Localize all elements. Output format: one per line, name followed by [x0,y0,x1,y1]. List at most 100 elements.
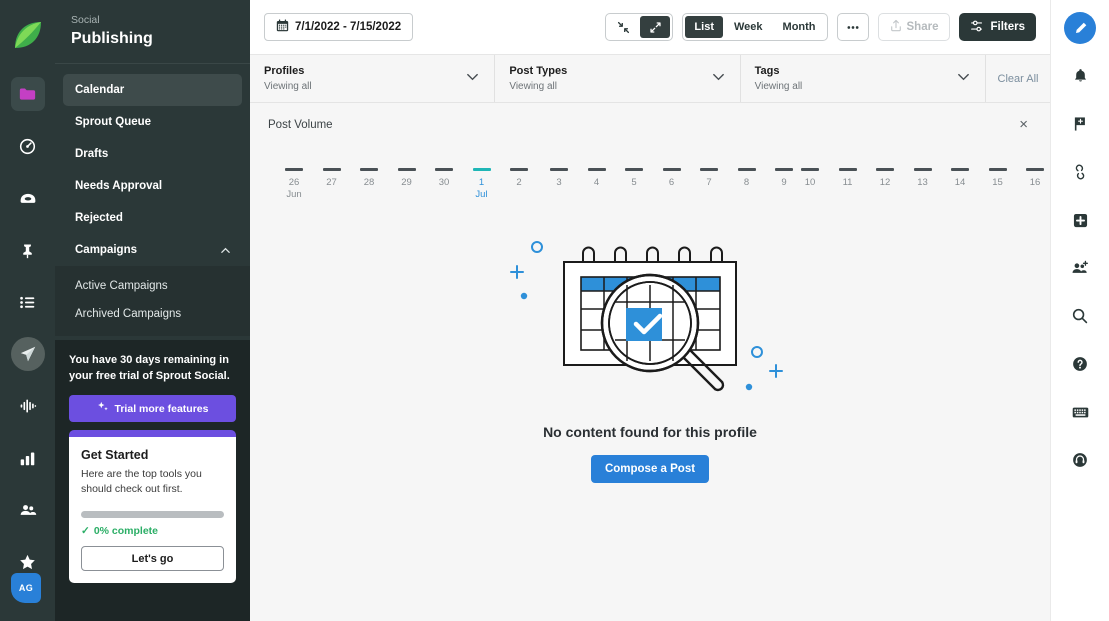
tab-month[interactable]: Month [774,16,825,38]
axis-tick-label: 3 [547,177,571,189]
compose-icon[interactable] [1064,12,1096,44]
axis-tick-bar [738,168,756,171]
sidebar-item-calendar[interactable]: Calendar [63,74,242,106]
rail-item-listening-icon[interactable] [11,389,45,423]
tab-list[interactable]: List [685,16,723,38]
axis-tick: 5 [622,168,646,189]
filter-profiles[interactable]: Profiles Viewing all [250,55,495,102]
axis-tick-label: 2 [507,177,531,189]
right-icon-rail [1050,0,1109,621]
sidebar-item-needs-approval[interactable]: Needs Approval [63,170,242,202]
get-started-card: Get Started Here are the top tools you s… [69,430,236,583]
collapse-button[interactable] [608,16,638,38]
search-icon[interactable] [1063,299,1097,333]
date-range-picker[interactable]: 7/1/2022 - 7/15/2022 [264,13,413,41]
axis-tick: 3 [547,168,571,189]
share-label: Share [907,21,939,33]
post-volume-title: Post Volume [268,119,333,131]
rail-item-folder-icon[interactable] [11,77,45,111]
axis-month-label: Jul [470,189,494,201]
rail-item-dashboard-icon[interactable] [11,129,45,163]
avatar[interactable]: AG [11,573,41,603]
post-volume-panel: Post Volume × 26Jun272829301Jul234567891… [250,103,1050,214]
tab-week[interactable]: Week [725,16,772,38]
filters-label: Filters [990,21,1025,33]
share-button[interactable]: Share [878,13,951,41]
axis-tick: 30 [432,168,456,189]
axis-tick-label: 6 [660,177,684,189]
axis-tick-label: 16 [1023,177,1047,189]
rail-item-pin-icon[interactable] [11,233,45,267]
sidebar-item-rejected[interactable]: Rejected [63,202,242,234]
axis-tick-bar [914,168,932,171]
rail-item-publishing-icon[interactable] [11,337,45,371]
trial-more-features-button[interactable]: Trial more features [69,395,236,422]
axis-tick: 9 [772,168,796,189]
main-content: 7/1/2022 - 7/15/2022 List Week Month [250,0,1050,621]
axis-tick-bar [663,168,681,171]
filter-tags[interactable]: Tags Viewing all [741,55,986,102]
sidebar-item-label: Drafts [75,148,108,160]
clear-all-button[interactable]: Clear All [986,55,1050,102]
rail-item-list-icon[interactable] [11,285,45,319]
axis-tick: 27 [320,168,344,189]
help-circle-icon[interactable] [1063,347,1097,381]
chevron-up-icon [220,245,230,255]
trial-message: You have 30 days remaining in your free … [69,352,236,384]
calendar-icon [276,19,289,35]
app-root: AG Social Publishing Calendar Sprout Que… [0,0,1109,621]
filter-value: Viewing all [509,80,567,94]
axis-tick-label: 4 [585,177,609,189]
axis-tick-label: 12 [873,177,897,189]
sidebar-item-label: Rejected [75,212,123,224]
axis-tick: 8 [735,168,759,189]
compose-a-post-button[interactable]: Compose a Post [591,455,709,483]
more-options-button[interactable] [837,13,869,41]
axis-tick: 26Jun [282,168,306,201]
page-title: Publishing [71,28,234,49]
axis-tick-bar [285,168,303,171]
axis-tick-label: 5 [622,177,646,189]
link-icon[interactable] [1063,155,1097,189]
empty-state-message: No content found for this profile [543,424,757,440]
axis-tick: 28 [357,168,381,189]
lets-go-button[interactable]: Let's go [81,546,224,571]
sidebar-item-drafts[interactable]: Drafts [63,138,242,170]
axis-tick-label: 8 [735,177,759,189]
rail-item-reports-icon[interactable] [11,441,45,475]
sidebar-item-label: Calendar [75,84,124,96]
axis-tick-label: 15 [986,177,1010,189]
axis-tick: 13 [911,168,935,189]
chevron-down-icon [956,69,971,89]
sidebar-subitem-archived-campaigns[interactable]: Archived Campaigns [55,300,250,328]
filter-bar: Profiles Viewing all Post Types Viewing … [250,55,1050,103]
expand-button[interactable] [640,16,670,38]
sprout-leaf-logo[interactable] [11,18,45,52]
rail-item-inbox-icon[interactable] [11,181,45,215]
flag-icon[interactable] [1063,107,1097,141]
axis-tick: 10 [798,168,822,189]
share-upload-icon [890,19,902,35]
rail-item-audience-icon[interactable] [11,493,45,527]
sidebar-eyebrow: Social [71,13,234,27]
axis-tick-bar [398,168,416,171]
sidebar-subitem-active-campaigns[interactable]: Active Campaigns [55,272,250,300]
chevron-down-icon [711,69,726,89]
close-icon[interactable]: × [1015,115,1032,134]
keyboard-icon[interactable] [1063,395,1097,429]
axis-tick: 16 [1023,168,1047,189]
plus-square-icon[interactable] [1063,203,1097,237]
axis-tick: 29 [395,168,419,189]
axis-tick-label: 28 [357,177,381,189]
sidebar-item-sprout-queue[interactable]: Sprout Queue [63,106,242,138]
sidebar-nav-list: Calendar Sprout Queue Drafts Needs Appro… [55,64,250,266]
post-volume-axis: 26Jun272829301Jul2345678910111213141516 [268,168,1032,214]
filter-label: Post Types [509,64,567,79]
sidebar-item-campaigns[interactable]: Campaigns [63,234,242,266]
filters-button[interactable]: Filters [959,13,1036,41]
headset-icon[interactable] [1063,443,1097,477]
filters-sliders-icon [970,19,984,36]
bell-icon[interactable] [1063,59,1097,93]
people-add-icon[interactable] [1063,251,1097,285]
filter-post-types[interactable]: Post Types Viewing all [495,55,740,102]
